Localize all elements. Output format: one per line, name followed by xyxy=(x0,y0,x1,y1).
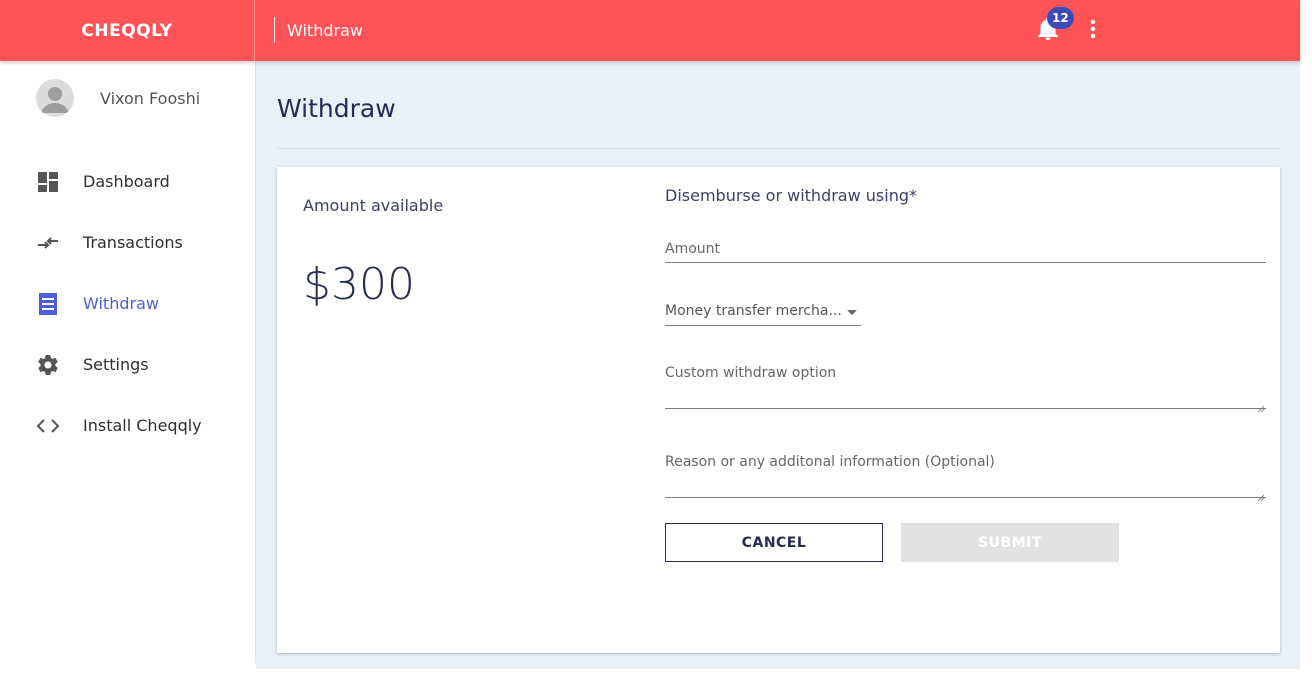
top-bar: CHEQQLY Withdraw 12 xyxy=(0,0,1300,61)
header-divider xyxy=(274,17,275,43)
reason-placeholder: Reason or any additonal information (Opt… xyxy=(665,454,995,470)
sidebar-item-label: Settings xyxy=(83,355,149,374)
sidebar-item-label: Dashboard xyxy=(83,172,170,191)
sidebar-item-transactions[interactable]: Transactions xyxy=(0,212,255,273)
withdraw-method-value: Money transfer mercha... xyxy=(665,303,842,319)
amount-placeholder: Amount xyxy=(665,241,721,257)
chevron-down-icon xyxy=(847,310,857,315)
swap-arrows-icon xyxy=(36,231,60,255)
main-content: Withdraw Amount available $300 Disemburs… xyxy=(256,61,1300,663)
amount-input[interactable]: Amount xyxy=(665,239,1266,263)
bottom-strip-main xyxy=(256,663,1300,669)
resize-grip-icon[interactable] xyxy=(1257,487,1265,502)
resize-grip-icon[interactable] xyxy=(1257,398,1265,413)
gear-icon xyxy=(36,353,60,377)
custom-withdraw-placeholder: Custom withdraw option xyxy=(665,365,837,381)
person-icon xyxy=(41,87,69,113)
code-icon xyxy=(36,414,60,438)
custom-withdraw-textarea[interactable]: Custom withdraw option xyxy=(665,365,1266,413)
reason-textarea[interactable]: Reason or any additonal information (Opt… xyxy=(665,454,1266,502)
sidebar-item-label: Transactions xyxy=(83,233,183,252)
sidebar-nav: Dashboard Transactions Withdraw Settings… xyxy=(0,151,255,456)
select-underline xyxy=(665,325,861,326)
withdraw-method-select[interactable]: Money transfer mercha... xyxy=(665,301,861,326)
sidebar-item-withdraw[interactable]: Withdraw xyxy=(0,273,255,334)
amount-underline xyxy=(665,262,1266,263)
reason-underline xyxy=(665,497,1266,498)
user-name: Vixon Fooshi xyxy=(100,88,201,108)
sidebar: Vixon Fooshi Dashboard Transactions With… xyxy=(0,61,256,663)
dashboard-icon xyxy=(36,170,60,194)
sidebar-item-dashboard[interactable]: Dashboard xyxy=(0,151,255,212)
app-root: CHEQQLY Withdraw 12 Vixon Fooshi Dashboa… xyxy=(0,0,1312,675)
sidebar-item-settings[interactable]: Settings xyxy=(0,334,255,395)
title-divider xyxy=(277,148,1280,149)
amount-available-value: $300 xyxy=(303,259,415,310)
header-title: Withdraw xyxy=(287,21,363,40)
amount-available-label: Amount available xyxy=(303,196,444,215)
sidebar-item-label: Withdraw xyxy=(83,294,159,313)
user-profile[interactable]: Vixon Fooshi xyxy=(36,79,200,117)
receipt-icon xyxy=(36,292,60,316)
submit-button[interactable]: SUBMIT xyxy=(901,523,1119,562)
withdraw-card: Amount available $300 Disemburse or with… xyxy=(277,167,1280,653)
sidebar-item-install[interactable]: Install Cheqqly xyxy=(0,395,255,456)
avatar xyxy=(36,79,74,117)
brand-logo[interactable]: CHEQQLY xyxy=(0,0,255,61)
custom-withdraw-underline xyxy=(665,408,1266,409)
cancel-button[interactable]: CANCEL xyxy=(665,523,883,562)
notification-badge[interactable]: 12 xyxy=(1047,7,1074,29)
more-vert-icon[interactable] xyxy=(1083,17,1103,41)
bottom-strip xyxy=(0,663,1312,675)
form-title: Disemburse or withdraw using* xyxy=(665,186,917,205)
sidebar-item-label: Install Cheqqly xyxy=(83,416,202,435)
page-title: Withdraw xyxy=(277,94,396,123)
